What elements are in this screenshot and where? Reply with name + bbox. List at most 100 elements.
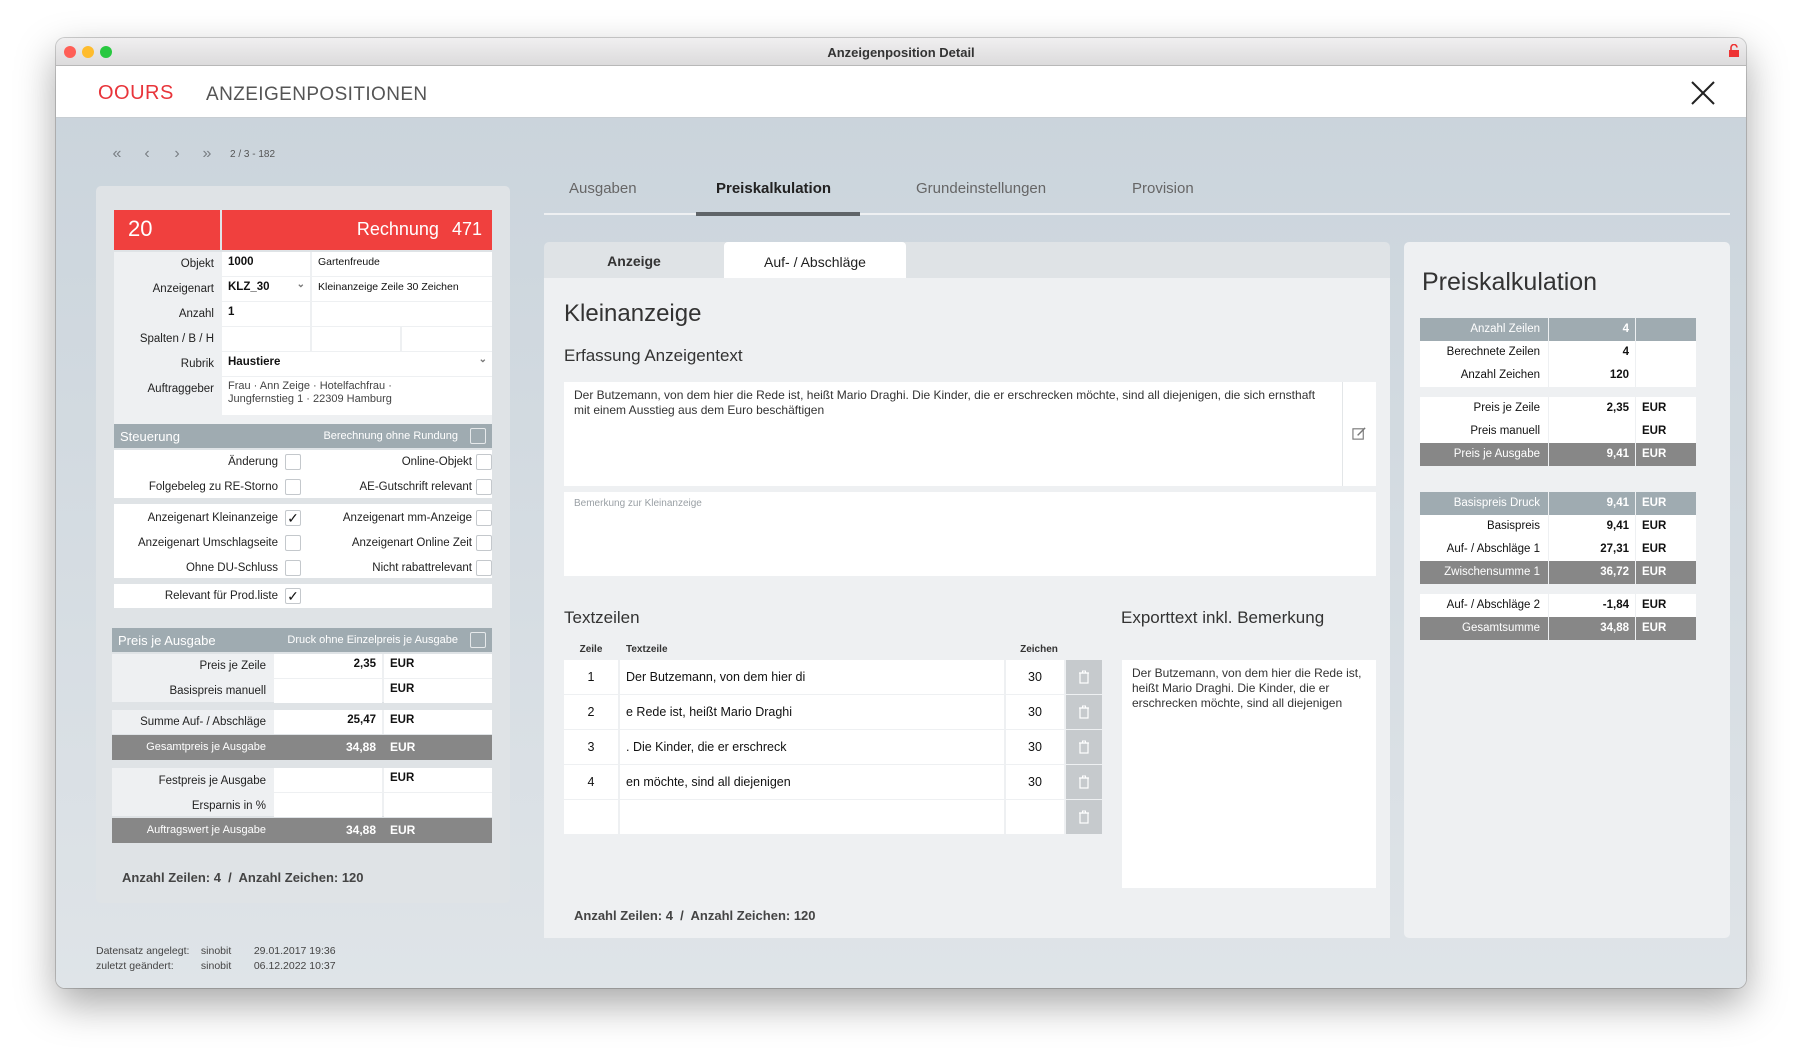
ae-gutschrift-label: AE-Gutschrift relevant: [359, 481, 472, 493]
document-number: 471: [451, 219, 482, 239]
anzeigenart-code: KLZ_30: [228, 281, 270, 293]
subtab-anzeige[interactable]: Anzeige: [544, 242, 724, 278]
anzeigenart-select[interactable]: KLZ_30 ⌄: [222, 277, 310, 301]
online-objekt-checkbox[interactable]: [476, 454, 492, 470]
gesamtpreis-value: 34,88: [345, 740, 376, 754]
spalten-field[interactable]: [222, 327, 310, 351]
calc-label: Basispreis: [1420, 515, 1548, 538]
calc-row-basispreis-druck: Basispreis Druck 9,41 EUR: [1420, 492, 1696, 515]
edit-text-button[interactable]: [1342, 382, 1376, 486]
online-zeit-label: Anzeigenart Online Zeit: [351, 537, 472, 549]
rubrik-select[interactable]: Haustiere ⌄: [222, 352, 492, 376]
zeichen-cell: 30: [1006, 660, 1064, 694]
mm-anzeige-checkbox[interactable]: [476, 510, 492, 526]
calc-value: 34,88: [1549, 617, 1635, 640]
rubrik-label: Rubrik: [180, 358, 214, 370]
gesamtpreis-label: Gesamtpreis je Ausgabe: [146, 741, 266, 753]
aenderung-checkbox[interactable]: [285, 454, 301, 470]
module-title: ANZEIGENPOSITIONEN: [206, 84, 428, 105]
tab-grundeinstellungen[interactable]: Grundeinstellungen: [916, 180, 1046, 197]
bemerkung-field[interactable]: Bemerkung zur Kleinanzeige: [564, 492, 1376, 576]
textzeile-cell[interactable]: Der Butzemann, von dem hier di: [620, 660, 1004, 694]
du-schluss-checkbox[interactable]: [285, 560, 301, 576]
left-panel: 20 Rechnung 471 Objekt 1000 Gartenfreude…: [96, 186, 510, 903]
tab-ausgaben[interactable]: Ausgaben: [569, 180, 637, 197]
trash-icon: [1079, 810, 1089, 824]
next-record-icon[interactable]: ›: [166, 145, 188, 162]
delete-row-button[interactable]: [1066, 730, 1102, 764]
document-header: Rechnung 471: [222, 210, 492, 250]
calc-row-zwischensumme: Zwischensumme 1 36,72 EUR: [1420, 561, 1696, 584]
delete-row-button[interactable]: [1066, 800, 1102, 834]
textzeile-cell[interactable]: e Rede ist, heißt Mario Draghi: [620, 695, 1004, 729]
bemerkung-placeholder: Bemerkung zur Kleinanzeige: [574, 498, 702, 509]
preiskalkulation-table: Anzahl Zeilen 4 Berechnete Zeilen 4 Anzahl Z…: [1420, 318, 1696, 640]
table-row: 2e Rede ist, heißt Mario Draghi 30: [564, 695, 1104, 730]
rabatt-checkbox[interactable]: [476, 560, 492, 576]
calc-row-basispreis: Basispreis 9,41 EUR: [1420, 515, 1696, 538]
prodliste-checkbox[interactable]: ✓: [285, 588, 301, 604]
textzeilen-table: 1 Der Butzemann, von dem hier di 30 2 e Rede…: [564, 660, 1104, 835]
created-user: sinobit: [200, 945, 232, 957]
umschlagseite-checkbox[interactable]: [285, 535, 301, 551]
calc-label: Gesamtsumme: [1420, 617, 1548, 640]
tab-provision[interactable]: Provision: [1132, 180, 1194, 197]
zeichen-cell: 30: [1006, 695, 1064, 729]
zeile-cell: 2: [564, 695, 618, 729]
delete-row-button[interactable]: [1066, 695, 1102, 729]
calc-value[interactable]: [1549, 420, 1635, 443]
anzeigentext-field[interactable]: Der Butzemann, von dem hier die Rede ist…: [564, 382, 1342, 486]
druck-checkbox[interactable]: [470, 632, 486, 648]
document-type: Rechnung: [356, 219, 439, 239]
delete-row-button[interactable]: [1066, 660, 1102, 694]
tab-preiskalkulation[interactable]: Preiskalkulation: [716, 180, 831, 197]
textzeile-cell[interactable]: [620, 800, 1004, 834]
calc-currency: [1636, 341, 1696, 364]
first-record-icon[interactable]: «: [106, 145, 128, 162]
calc-row-preis-manuell: Preis manuell EUR: [1420, 420, 1696, 443]
objekt-code-field[interactable]: 1000: [222, 252, 310, 276]
col-text-header: Textzeile: [626, 644, 668, 655]
calc-currency: [1636, 318, 1696, 341]
auftragswert-currency: EUR: [390, 823, 416, 837]
number-badge: 20: [114, 210, 220, 250]
online-zeit-checkbox[interactable]: [476, 535, 492, 551]
unlock-icon[interactable]: [1728, 44, 1740, 58]
subtab-auf-abschlaege[interactable]: Auf- / Abschläge: [724, 242, 906, 278]
ae-gutschrift-checkbox[interactable]: [476, 479, 492, 495]
rundung-checkbox[interactable]: [470, 428, 486, 444]
middle-panel: Anzeige Auf- / Abschläge Kleinanzeige Er…: [544, 242, 1390, 938]
textzeile-cell[interactable]: en möchte, sind all diejenigen: [620, 765, 1004, 799]
previous-record-icon[interactable]: ‹: [136, 145, 158, 162]
hoehe-field[interactable]: [402, 327, 492, 351]
delete-row-button[interactable]: [1066, 765, 1102, 799]
basispreis-manuell-field[interactable]: [274, 679, 382, 703]
calc-row-auf-ab-1: Auf- / Abschläge 1 27,31 EUR: [1420, 538, 1696, 561]
druck-label: Druck ohne Einzelpreis je Ausgabe: [287, 634, 458, 646]
created-date: 29.01.2017 19:36: [253, 945, 336, 957]
breite-field[interactable]: [312, 327, 400, 351]
festpreis-field[interactable]: [274, 768, 382, 792]
calc-label: Auf- / Abschläge 1: [1420, 538, 1548, 561]
calc-currency: EUR: [1636, 617, 1696, 640]
spalten-label: Spalten / B / H: [139, 333, 214, 345]
last-record-icon[interactable]: »: [196, 145, 218, 162]
calc-label: Anzahl Zeichen: [1420, 364, 1548, 387]
anzeigentext-value: Der Butzemann, von dem hier die Rede ist…: [574, 388, 1316, 417]
app-header: OOURS ANZEIGENPOSITIONEN: [56, 66, 1746, 118]
close-icon[interactable]: [1690, 80, 1716, 106]
col-zeile-header: Zeile: [579, 644, 603, 655]
edit-icon: [1352, 427, 1366, 440]
kleinanzeige-checkbox[interactable]: ✓: [285, 510, 301, 526]
zeile-cell: 3: [564, 730, 618, 764]
mm-anzeige-label: Anzeigenart mm-Anzeige: [342, 512, 472, 524]
calc-label: Preis je Ausgabe: [1420, 443, 1548, 466]
export-text-field[interactable]: Der Butzemann, von dem hier die Rede ist…: [1122, 660, 1376, 888]
preis-zeile-label: Preis je Zeile: [199, 660, 266, 672]
title-bar: Anzeigenposition Detail: [56, 38, 1746, 66]
folgebeleg-checkbox[interactable]: [285, 479, 301, 495]
textzeile-cell[interactable]: . Die Kinder, die er erschreck: [620, 730, 1004, 764]
umschlagseite-label: Anzeigenart Umschlagseite: [138, 537, 278, 549]
auftraggeber-field[interactable]: Frau · Ann Zeige · Hotelfachfrau · Jungf…: [222, 377, 492, 415]
anzahl-field[interactable]: 1: [222, 302, 310, 326]
